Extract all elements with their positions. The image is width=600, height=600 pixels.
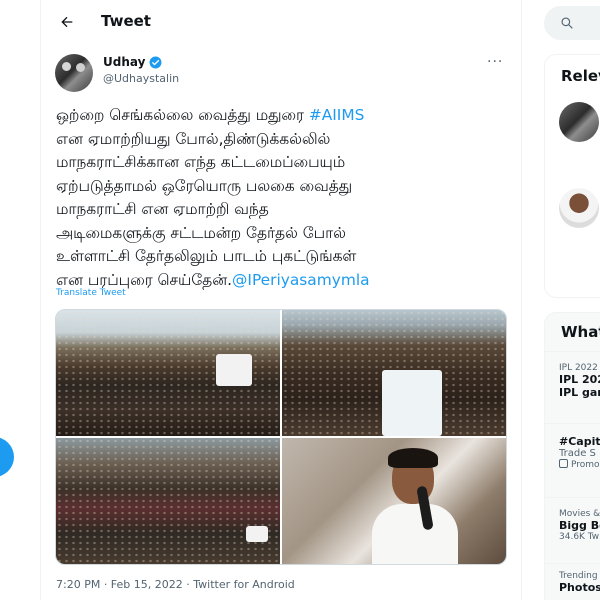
- whats-happening-title: What: [561, 323, 600, 341]
- speaker-shirt: [372, 504, 458, 564]
- tweet-text: ஒற்றை செங்கல்லை வைத்து மதுரை #AIIMS என ஏம…: [56, 104, 516, 292]
- trend-sub: Trade S: [559, 448, 596, 459]
- tweet-text-line: என ஏமாற்றியது போல்,திண்டுக்கல்லில்: [56, 128, 516, 152]
- campaign-vehicle: [382, 370, 442, 436]
- trend-item[interactable]: Movies & Bigg Bo 34.6K Tw: [559, 509, 600, 542]
- tweet-text-segment: என பரப்புரை செய்தேன்.: [56, 270, 233, 289]
- search-input[interactable]: [544, 6, 600, 40]
- tweet-media-grid: [55, 309, 507, 565]
- relevant-people-card: Relev: [544, 54, 600, 298]
- tweet-text-line: ஏற்படுத்தாமல் ஒரேயொரு பலகை வைத்து: [56, 175, 516, 199]
- left-rail: [0, 0, 40, 600]
- hashtag-link[interactable]: #AIIMS: [309, 106, 365, 124]
- tweet-text-segment: உள்ளாட்சி தேர்தலிலும் பாடம் புகட்டுங்கள்: [56, 247, 357, 265]
- tweet-meta: 7:20 PM · Feb 15, 2022 · Twitter for And…: [56, 578, 295, 591]
- tweet-text-line: அடிமைகளுக்கு சட்டமன்ற தேர்தல் போல்: [56, 222, 516, 246]
- speaker-hair: [388, 448, 438, 468]
- speaker-figure: [372, 448, 458, 564]
- tweet-text-segment: என ஏமாற்றியது போல்,திண்டுக்கல்லில்: [56, 129, 331, 148]
- search-icon: [561, 17, 573, 29]
- main-column: Tweet Udhay @Udhaystalin ··· ஒற்றை செங்க…: [40, 0, 522, 600]
- trend-context: Movies &: [559, 509, 600, 519]
- divider: [545, 563, 600, 564]
- trend-name: Bigg Bo: [559, 519, 600, 532]
- divider: [545, 423, 600, 424]
- tweet-text-line: ஒற்றை செங்கல்லை வைத்து மதுரை #AIIMS: [56, 104, 516, 128]
- page-header: Tweet: [41, 0, 521, 44]
- trend-sub: IPL gan: [559, 386, 600, 399]
- more-options-button[interactable]: ···: [487, 54, 503, 70]
- arrow-left-icon: [61, 16, 73, 28]
- mention-link[interactable]: @IPeriyasamymla: [232, 271, 370, 289]
- trend-item[interactable]: Trending Photosh: [559, 571, 600, 594]
- author-avatar[interactable]: [55, 54, 93, 92]
- rally-photo-2[interactable]: [282, 310, 506, 436]
- tweet-text-segment: மாநகராட்சிக்கான எந்த கட்டமைப்பையும்: [56, 153, 346, 171]
- trend-item[interactable]: IPL 2022 IPL 202 IPL gan: [559, 363, 600, 399]
- trend-name: IPL 202: [559, 373, 600, 386]
- trend-context: IPL 2022: [559, 363, 598, 373]
- translate-tweet-link[interactable]: Translate Tweet: [56, 288, 126, 298]
- right-sidebar: Relev What IPL 2022 IPL 202 IPL gan #Cap…: [522, 0, 600, 600]
- author-name-row: Udhay: [103, 55, 162, 69]
- trend-context: Trending: [559, 571, 598, 581]
- compose-tweet-button[interactable]: [0, 437, 14, 477]
- rally-photo-3[interactable]: [56, 438, 280, 564]
- trend-sub: 34.6K Tw: [559, 532, 600, 542]
- rally-photo-1[interactable]: [56, 310, 280, 436]
- tweet-text-line: மாநகராட்சி என ஏமாற்றி வந்த: [56, 198, 516, 222]
- promoted-icon: [559, 459, 568, 468]
- tweet-text-segment: மாநகராட்சி என ஏமாற்றி வந்த: [56, 200, 269, 218]
- tweet-text-segment: ஏற்படுத்தாமல் ஒரேயொரு பலகை வைத்து: [56, 176, 353, 195]
- author-name[interactable]: Udhay: [103, 55, 145, 69]
- divider: [545, 497, 600, 498]
- whats-happening-card: What IPL 2022 IPL 202 IPL gan #Capita Tr…: [544, 312, 600, 600]
- street-vehicle: [246, 526, 268, 542]
- verified-badge-icon: [149, 56, 162, 68]
- tweet-text-line: உள்ளாட்சி தேர்தலிலும் பாடம் புகட்டுங்கள்: [56, 245, 516, 269]
- author-handle[interactable]: @Udhaystalin: [103, 72, 179, 85]
- back-button[interactable]: [53, 8, 81, 36]
- tweet-text-line: மாநகராட்சிக்கான எந்த கட்டமைப்பையும்: [56, 151, 516, 175]
- relevant-people-title: Relev: [561, 67, 600, 85]
- trend-name: #Capita: [559, 435, 600, 448]
- relevant-avatar-udhay[interactable]: [559, 102, 599, 142]
- tweet-text-segment: அடிமைகளுக்கு சட்டமன்ற தேர்தல் போல்: [56, 223, 346, 242]
- crowd-texture: [56, 438, 280, 564]
- trend-item[interactable]: #Capita Trade S Promo: [559, 435, 600, 470]
- campaign-vehicle: [216, 354, 252, 386]
- trend-name: Photosh: [559, 581, 600, 594]
- page-title: Tweet: [101, 12, 151, 30]
- divider: [545, 351, 600, 352]
- tweet-text-segment: ஒற்றை செங்கல்லை வைத்து மதுரை: [56, 106, 309, 124]
- speaker-photo[interactable]: [282, 438, 506, 564]
- promoted-label: Promo: [559, 459, 600, 470]
- relevant-avatar-periyasamy[interactable]: [559, 188, 599, 228]
